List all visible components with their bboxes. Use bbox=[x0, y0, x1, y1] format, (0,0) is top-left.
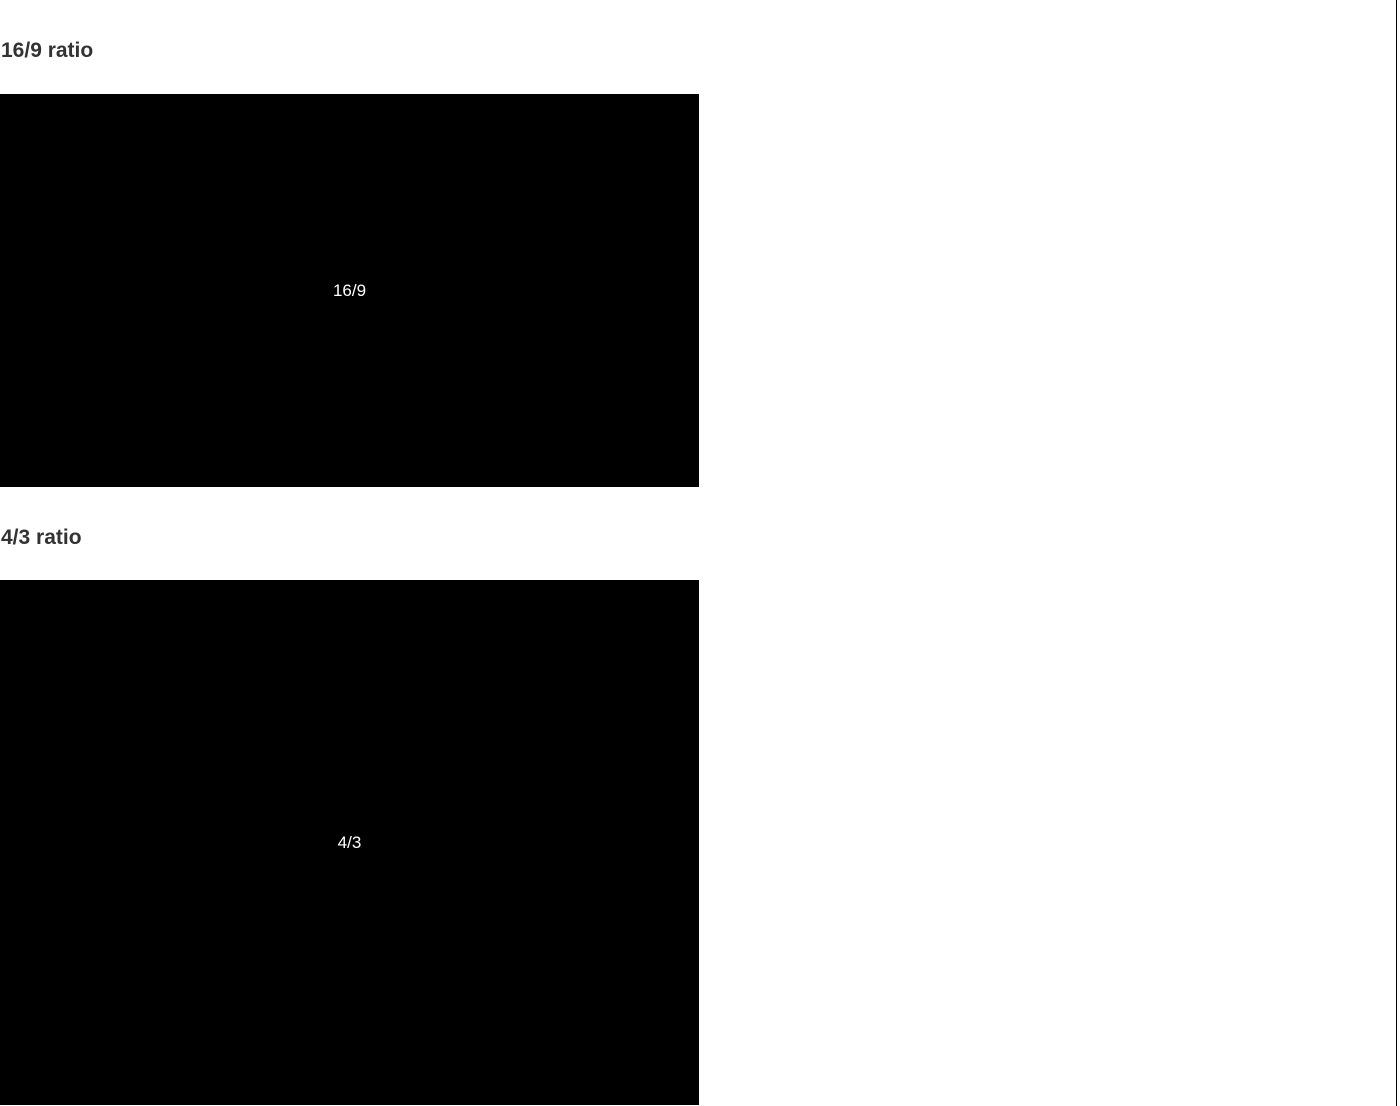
section-heading-4-3: 4/3 ratio bbox=[1, 526, 82, 549]
aspect-ratio-label-4-3: 4/3 bbox=[337, 832, 362, 852]
aspect-ratio-box-4-3: 4/3 bbox=[0, 580, 699, 1105]
window-right-edge-divider bbox=[1396, 0, 1397, 1106]
aspect-ratio-box-16-9: 16/9 bbox=[0, 94, 699, 487]
aspect-ratio-label-16-9: 16/9 bbox=[332, 280, 367, 300]
section-heading-16-9: 16/9 ratio bbox=[1, 39, 94, 62]
